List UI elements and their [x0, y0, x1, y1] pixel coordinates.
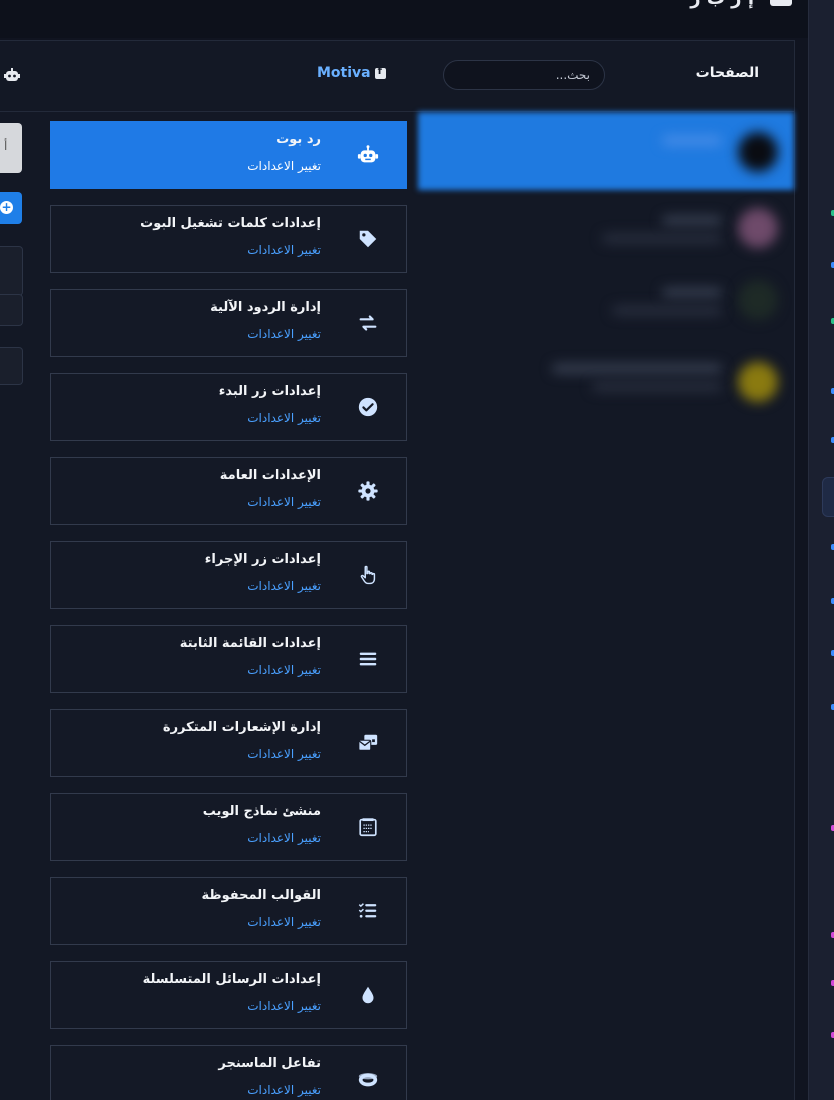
change-settings-link[interactable]: تغيير الاعدادات: [247, 327, 321, 341]
settings-card-title: رد بوت: [276, 132, 321, 147]
change-settings-link[interactable]: تغيير الاعدادات: [247, 999, 321, 1013]
top-header: إ ر ب ر: [0, 0, 834, 38]
check-circle-icon: [356, 395, 380, 419]
list-item-placeholder: [612, 306, 722, 315]
robot-icon[interactable]: [4, 67, 20, 86]
exchange-icon: [356, 311, 380, 335]
form-icon: [356, 815, 380, 839]
robot-icon: [356, 143, 380, 167]
plus-icon: +: [0, 200, 13, 214]
settings-card[interactable]: إدارة الردود الآلية تغيير الاعدادات: [50, 289, 407, 357]
change-settings-link[interactable]: تغيير الاعدادات: [247, 243, 321, 257]
envelope-icon[interactable]: [770, 0, 792, 6]
left-card: [0, 246, 23, 296]
pages-title: الصفحات: [695, 65, 759, 81]
selected-page-name[interactable]: Motiva: [317, 65, 386, 81]
add-button[interactable]: +: [0, 192, 22, 224]
list-item-placeholder: [602, 234, 722, 243]
envelopes-icon: [356, 731, 380, 755]
settings-card[interactable]: إدارة الإشعارات المتكررة تغيير الاعدادات: [50, 709, 407, 777]
page-name-label: Motiva: [317, 65, 371, 81]
settings-card[interactable]: تفاعل الماسنجر تغيير الاعدادات: [50, 1045, 407, 1100]
avatar: [738, 280, 778, 320]
settings-card-title: القوالب المحفوظة: [201, 888, 321, 903]
list-item-placeholder: [662, 288, 722, 297]
settings-card[interactable]: رد بوت تغيير الاعدادات: [50, 121, 407, 189]
left-action-button[interactable]: أ: [0, 123, 22, 173]
search-input[interactable]: [443, 60, 605, 90]
hand-pointer-icon: [356, 563, 380, 587]
right-sidebar-rail: [808, 0, 834, 1100]
ring-icon: [356, 1067, 380, 1091]
settings-card-title: إعدادات القائمة الثابتة: [179, 636, 321, 651]
change-settings-link[interactable]: تغيير الاعدادات: [247, 579, 321, 593]
avatar: [738, 362, 778, 402]
settings-card[interactable]: منشئ نماذج الويب تغيير الاعدادات: [50, 793, 407, 861]
left-action-label: أ: [4, 139, 8, 153]
settings-card-title: إعدادات كلمات تشغيل البوت: [140, 216, 321, 231]
change-settings-link[interactable]: تغيير الاعدادات: [247, 159, 321, 173]
settings-card-title: إعدادات زر الإجراء: [204, 552, 321, 567]
tag-icon: [356, 227, 380, 251]
change-settings-link[interactable]: تغيير الاعدادات: [247, 747, 321, 761]
avatar: [738, 208, 778, 248]
change-settings-link[interactable]: تغيير الاعدادات: [247, 663, 321, 677]
settings-card-title: إعدادات الرسائل المتسلسلة: [142, 972, 321, 987]
settings-card[interactable]: القوالب المحفوظة تغيير الاعدادات: [50, 877, 407, 945]
list-item-placeholder: [662, 216, 722, 225]
change-settings-link[interactable]: تغيير الاعدادات: [247, 411, 321, 425]
list-item-placeholder: [662, 136, 722, 145]
page-root: إ ر ب ر الصفحات Motiva أ: [0, 0, 834, 1100]
change-settings-link[interactable]: تغيير الاعدادات: [247, 915, 321, 929]
menu-bars-icon: [356, 647, 380, 671]
panel-header: الصفحات Motiva: [0, 41, 794, 112]
settings-card[interactable]: إعدادات القائمة الثابتة تغيير الاعدادات: [50, 625, 407, 693]
settings-card[interactable]: إعدادات زر الإجراء تغيير الاعدادات: [50, 541, 407, 609]
drop-icon: [356, 983, 380, 1007]
settings-card-title: منشئ نماذج الويب: [202, 804, 321, 819]
settings-card-title: إدارة الإشعارات المتكررة: [162, 720, 321, 735]
change-settings-link[interactable]: تغيير الاعدادات: [247, 1083, 321, 1097]
rail-active-item[interactable]: [822, 477, 834, 517]
list-item-placeholder: [592, 382, 722, 391]
settings-card-title: إعدادات زر البدء: [218, 384, 321, 399]
settings-card[interactable]: إعدادات زر البدء تغيير الاعدادات: [50, 373, 407, 441]
list-item-placeholder: [552, 364, 722, 373]
change-settings-link[interactable]: تغيير الاعدادات: [247, 495, 321, 509]
top-header-title: إ ر ب ر: [690, 0, 754, 9]
checklist-icon: [356, 899, 380, 923]
settings-card-title: تفاعل الماسنجر: [218, 1056, 321, 1071]
gear-icon: [356, 479, 380, 503]
left-input[interactable]: [0, 347, 23, 385]
change-settings-link[interactable]: تغيير الاعدادات: [247, 831, 321, 845]
left-card: [0, 294, 23, 326]
settings-card-title: إدارة الردود الآلية: [210, 300, 321, 315]
settings-card[interactable]: إعدادات الرسائل المتسلسلة تغيير الاعدادات: [50, 961, 407, 1029]
settings-card[interactable]: الإعدادات العامة تغيير الاعدادات: [50, 457, 407, 525]
avatar: [738, 132, 778, 172]
settings-card[interactable]: إعدادات كلمات تشغيل البوت تغيير الاعدادات: [50, 205, 407, 273]
facebook-icon: [374, 66, 386, 79]
settings-card-title: الإعدادات العامة: [219, 468, 321, 483]
